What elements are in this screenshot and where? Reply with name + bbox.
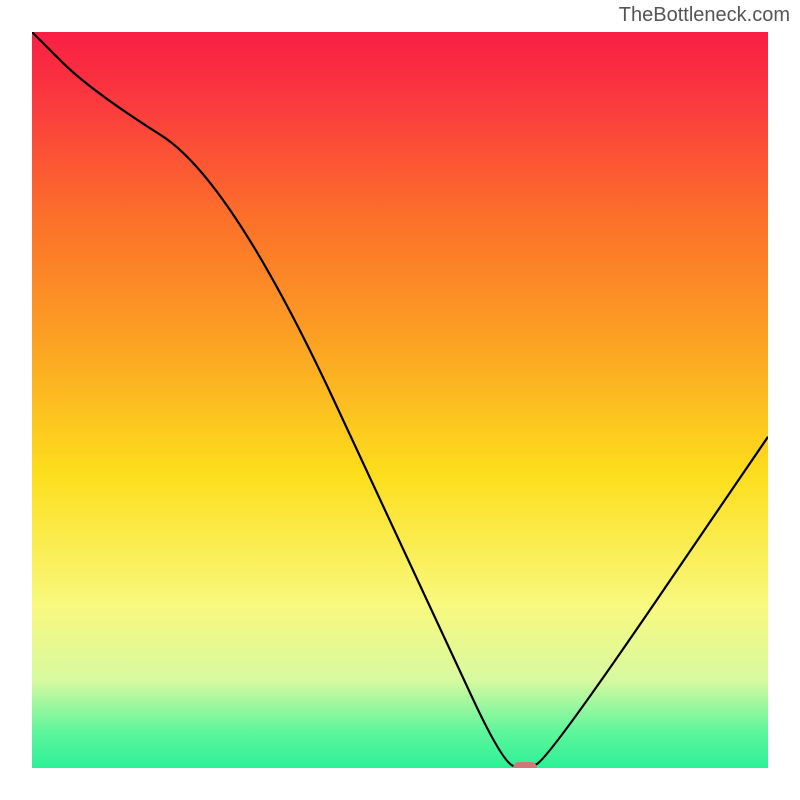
curve-path [32, 32, 768, 767]
curve-svg [32, 32, 768, 768]
marker-dot [513, 762, 537, 768]
watermark-text: TheBottleneck.com [619, 4, 790, 27]
plot-area [32, 32, 768, 768]
